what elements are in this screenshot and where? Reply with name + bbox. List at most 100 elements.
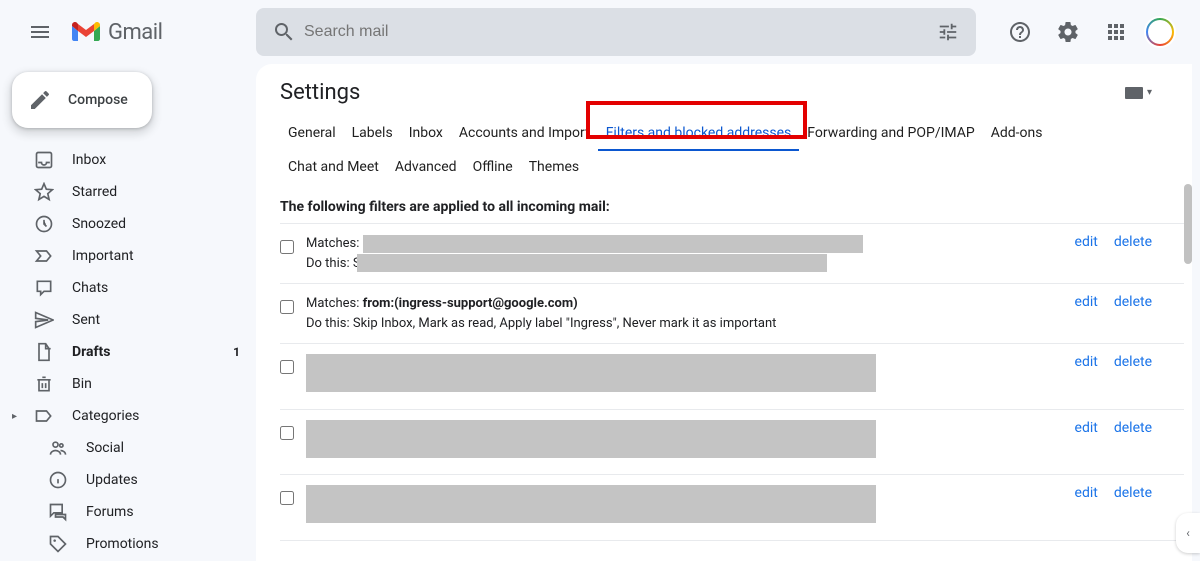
sidebar-item-sent[interactable]: Sent	[8, 304, 256, 336]
delete-link[interactable]: delete	[1114, 485, 1152, 501]
tab-filters-and-blocked-addresses[interactable]: Filters and blocked addresses	[598, 117, 800, 151]
redacted-block	[357, 254, 827, 272]
matches-value: from:(ingress-support@google.com)	[363, 296, 578, 311]
tab-forwarding-and-pop-imap[interactable]: Forwarding and POP/IMAP	[799, 117, 982, 151]
delete-link[interactable]: delete	[1114, 420, 1152, 436]
draft-icon	[34, 342, 54, 362]
compose-button[interactable]: Compose	[12, 72, 152, 128]
filter-checkbox[interactable]	[280, 426, 294, 440]
help-button[interactable]	[1000, 12, 1040, 52]
sidebar-item-label: Forums	[86, 504, 256, 520]
delete-link[interactable]: delete	[1114, 234, 1152, 250]
keyboard-icon	[1125, 87, 1143, 99]
settings-button[interactable]	[1048, 12, 1088, 52]
sidebar-item-forums[interactable]: Forums	[8, 496, 256, 528]
tab-add-ons[interactable]: Add-ons	[983, 117, 1051, 151]
sidebar-item-label: Important	[72, 248, 256, 264]
nav-list: InboxStarredSnoozedImportantChatsSentDra…	[8, 144, 256, 560]
filter-checkbox[interactable]	[280, 300, 294, 314]
search-input[interactable]	[304, 23, 928, 41]
chat-icon	[34, 278, 54, 298]
tab-labels[interactable]: Labels	[344, 117, 401, 151]
tab-general[interactable]: General	[280, 117, 344, 151]
edit-link[interactable]: edit	[1075, 354, 1098, 370]
sidebar-item-label: Bin	[72, 376, 256, 392]
gear-icon	[1056, 20, 1080, 44]
sidebar-item-count: 1	[233, 345, 240, 359]
filter-actions: edit delete	[1075, 420, 1184, 436]
filter-actions: edit delete	[1075, 294, 1184, 310]
filter-row: edit delete	[280, 343, 1184, 409]
search-bar[interactable]	[256, 8, 976, 56]
label-icon	[34, 406, 54, 426]
forum-icon	[48, 502, 68, 522]
gmail-logo[interactable]: Gmail	[72, 20, 162, 45]
tab-offline[interactable]: Offline	[465, 151, 521, 183]
sidebar-item-label: Snoozed	[72, 216, 256, 232]
header-left: Gmail	[8, 8, 256, 56]
people-icon	[48, 438, 68, 458]
tag-icon	[48, 534, 68, 554]
filter-checkbox[interactable]	[280, 240, 294, 254]
account-avatar[interactable]	[1144, 16, 1176, 48]
filter-row: edit delete	[280, 474, 1184, 541]
search-options-button[interactable]	[928, 12, 968, 52]
gmail-m-icon	[72, 21, 100, 43]
edit-link[interactable]: edit	[1075, 294, 1098, 310]
sidebar-item-inbox[interactable]: Inbox	[8, 144, 256, 176]
sidebar-item-important[interactable]: Important	[8, 240, 256, 272]
avatar-inner	[1148, 20, 1172, 44]
sidebar-item-promotions[interactable]: Promotions	[8, 528, 256, 560]
search-button[interactable]	[264, 12, 304, 52]
filter-row: Matches: Do this: S edit delete	[280, 223, 1184, 283]
edit-link[interactable]: edit	[1075, 485, 1098, 501]
sidebar: Compose Inbox Starred Snoozed Important Chat…	[0, 64, 256, 561]
expand-carrot-icon: ▸	[12, 411, 17, 422]
settings-tabs: GeneralLabelsInboxAccounts and ImportFil…	[280, 117, 1184, 183]
sidebar-item-drafts[interactable]: Drafts1	[8, 336, 256, 368]
sidebar-item-social[interactable]: Social	[8, 432, 256, 464]
sidebar-item-label: Social	[86, 440, 256, 456]
sidebar-item-categories[interactable]: ▸ Categories	[8, 400, 256, 432]
pencil-icon	[28, 88, 52, 112]
apps-button[interactable]	[1096, 12, 1136, 52]
filter-checkbox[interactable]	[280, 360, 294, 374]
sidebar-item-updates[interactable]: Updates	[8, 464, 256, 496]
send-icon	[34, 310, 54, 330]
tab-advanced[interactable]: Advanced	[387, 151, 465, 183]
redacted-block	[363, 235, 863, 253]
header-right	[1000, 12, 1192, 52]
input-tools-button[interactable]: ▾	[1125, 87, 1152, 99]
chevron-down-icon: ▾	[1147, 87, 1152, 98]
tab-chat-and-meet[interactable]: Chat and Meet	[280, 151, 387, 183]
scrollbar-thumb[interactable]	[1184, 184, 1192, 264]
main-menu-button[interactable]	[16, 8, 64, 56]
clock-icon	[34, 214, 54, 234]
tab-accounts-and-import[interactable]: Accounts and Import	[451, 117, 598, 151]
sidebar-item-snoozed[interactable]: Snoozed	[8, 208, 256, 240]
important-icon	[34, 246, 54, 266]
sidebar-item-label: Categories	[72, 408, 256, 424]
filters-intro: The following filters are applied to all…	[280, 199, 1184, 215]
matches-label: Matches:	[306, 296, 359, 311]
edit-link[interactable]: edit	[1075, 420, 1098, 436]
sidebar-item-chats[interactable]: Chats	[8, 272, 256, 304]
delete-link[interactable]: delete	[1114, 294, 1152, 310]
filter-actions: edit delete	[1075, 234, 1184, 250]
side-panel-toggle[interactable]: ‹	[1176, 513, 1200, 553]
delete-link[interactable]: delete	[1114, 354, 1152, 370]
tab-inbox[interactable]: Inbox	[401, 117, 451, 151]
sidebar-item-label: Inbox	[72, 152, 256, 168]
edit-link[interactable]: edit	[1075, 234, 1098, 250]
filter-content: Matches: Do this: S	[306, 234, 1063, 273]
body-wrap: Compose Inbox Starred Snoozed Important Chat…	[0, 64, 1200, 561]
sidebar-item-bin[interactable]: Bin	[8, 368, 256, 400]
filter-actions: edit delete	[1075, 354, 1184, 370]
tab-themes[interactable]: Themes	[521, 151, 587, 183]
apps-icon	[1104, 20, 1128, 44]
matches-label: Matches:	[306, 236, 359, 251]
filter-checkbox[interactable]	[280, 491, 294, 505]
sidebar-item-label: Drafts	[72, 344, 233, 360]
redacted-block	[306, 354, 876, 392]
sidebar-item-starred[interactable]: Starred	[8, 176, 256, 208]
